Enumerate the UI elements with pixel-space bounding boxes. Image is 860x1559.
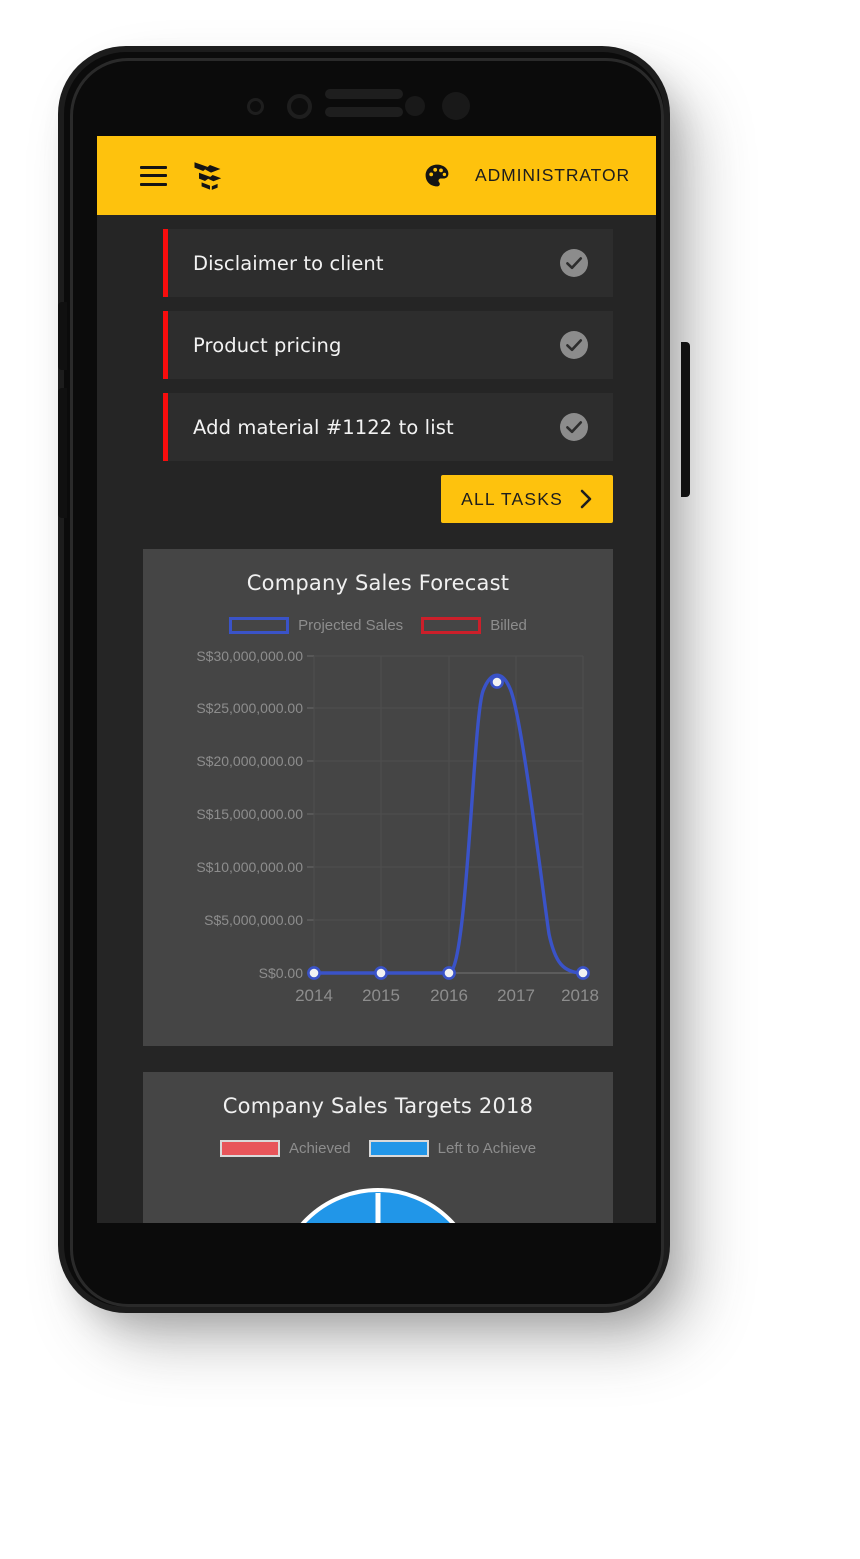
donut-chart-svg bbox=[300, 1188, 456, 1223]
sales-forecast-plot[interactable]: S$30,000,000.00 S$25,000,000.00 S$20,000… bbox=[143, 644, 613, 1028]
legend-label-projected-sales: Projected Sales bbox=[298, 617, 404, 634]
data-point[interactable] bbox=[307, 966, 321, 980]
legend-label-left-to-achieve: Left to Achieve bbox=[437, 1140, 537, 1157]
phone-screen: ADMINISTRATOR Disclaimer to client Produ… bbox=[97, 136, 656, 1223]
task-label: Product pricing bbox=[193, 333, 342, 357]
ytick-label: S$10,000,000.00 bbox=[196, 859, 303, 875]
task-row[interactable]: Add material #1122 to list bbox=[163, 393, 613, 461]
ytick-label: S$5,000,000.00 bbox=[204, 912, 303, 928]
line-chart-svg: S$30,000,000.00 S$25,000,000.00 S$20,000… bbox=[196, 648, 599, 1005]
open-box-logo-icon[interactable] bbox=[190, 159, 224, 193]
data-point[interactable] bbox=[576, 966, 590, 980]
legend-swatch-achieved bbox=[219, 1140, 280, 1157]
palette-icon[interactable] bbox=[424, 163, 450, 189]
legend-swatch-left-to-achieve bbox=[368, 1140, 429, 1157]
front-camera-icon bbox=[247, 98, 264, 115]
sales-targets-card: Company Sales Targets 2018 Achieved Left… bbox=[143, 1072, 613, 1223]
sales-forecast-card: Company Sales Forecast Projected Sales B… bbox=[143, 549, 613, 1046]
xtick-label: 2018 bbox=[561, 986, 599, 1005]
xtick-label: 2016 bbox=[430, 986, 468, 1005]
legend-entry-left-to-achieve[interactable]: Left to Achieve bbox=[368, 1140, 537, 1157]
ytick-label: S$0.00 bbox=[259, 965, 304, 981]
earpiece-speaker-bar bbox=[325, 107, 403, 117]
data-point[interactable] bbox=[374, 966, 388, 980]
legend-label-billed: Billed bbox=[490, 617, 527, 634]
task-list: Disclaimer to client Product pricing Add… bbox=[97, 229, 656, 461]
app-scroll-body[interactable]: Disclaimer to client Product pricing Add… bbox=[97, 215, 656, 1223]
check-circle-icon[interactable] bbox=[559, 330, 589, 360]
phone-sensor-cluster bbox=[230, 88, 500, 122]
check-circle-icon[interactable] bbox=[559, 248, 589, 278]
legend-entry-achieved[interactable]: Achieved bbox=[219, 1140, 351, 1157]
chevron-right-icon bbox=[579, 489, 593, 509]
xtick-label: 2015 bbox=[362, 986, 400, 1005]
legend-swatch-projected-sales bbox=[229, 617, 290, 634]
legend-swatch-billed bbox=[421, 617, 482, 634]
secondary-camera-icon bbox=[442, 92, 470, 120]
all-tasks-row: ALL TASKS bbox=[97, 475, 656, 523]
sales-targets-plot[interactable] bbox=[143, 1171, 613, 1223]
data-point[interactable] bbox=[442, 966, 456, 980]
volume-up-button[interactable] bbox=[58, 302, 67, 370]
sales-forecast-title: Company Sales Forecast bbox=[246, 571, 510, 595]
legend-entry-projected-sales[interactable]: Projected Sales bbox=[229, 617, 403, 634]
ytick-label: S$25,000,000.00 bbox=[196, 700, 303, 716]
light-sensor-icon bbox=[405, 96, 425, 116]
task-label: Disclaimer to client bbox=[193, 251, 384, 275]
proximity-sensor-icon bbox=[287, 94, 312, 119]
all-tasks-label: ALL TASKS bbox=[461, 488, 563, 509]
check-circle-icon[interactable] bbox=[559, 412, 589, 442]
sales-forecast-legend: Projected Sales Billed bbox=[143, 617, 613, 634]
volume-down-button[interactable] bbox=[58, 388, 67, 518]
hamburger-menu-icon[interactable] bbox=[140, 165, 167, 186]
legend-entry-billed[interactable]: Billed bbox=[421, 617, 527, 634]
data-point[interactable] bbox=[490, 675, 504, 689]
ytick-label: S$15,000,000.00 bbox=[196, 806, 303, 822]
sales-targets-legend: Achieved Left to Achieve bbox=[143, 1140, 613, 1157]
task-row[interactable]: Disclaimer to client bbox=[163, 229, 613, 297]
earpiece-speaker-bar bbox=[325, 89, 403, 99]
power-button[interactable] bbox=[681, 342, 690, 497]
ytick-label: S$30,000,000.00 bbox=[196, 648, 303, 664]
xtick-label: 2017 bbox=[497, 986, 535, 1005]
xtick-label: 2014 bbox=[295, 986, 333, 1005]
administrator-label: ADMINISTRATOR bbox=[475, 165, 630, 185]
task-label: Add material #1122 to list bbox=[193, 415, 454, 439]
app-header: ADMINISTRATOR bbox=[97, 136, 656, 215]
task-row[interactable]: Product pricing bbox=[163, 311, 613, 379]
ytick-label: S$20,000,000.00 bbox=[196, 753, 303, 769]
all-tasks-button[interactable]: ALL TASKS bbox=[441, 475, 613, 523]
sales-targets-title: Company Sales Targets 2018 bbox=[222, 1094, 534, 1118]
legend-label-achieved: Achieved bbox=[288, 1140, 351, 1157]
